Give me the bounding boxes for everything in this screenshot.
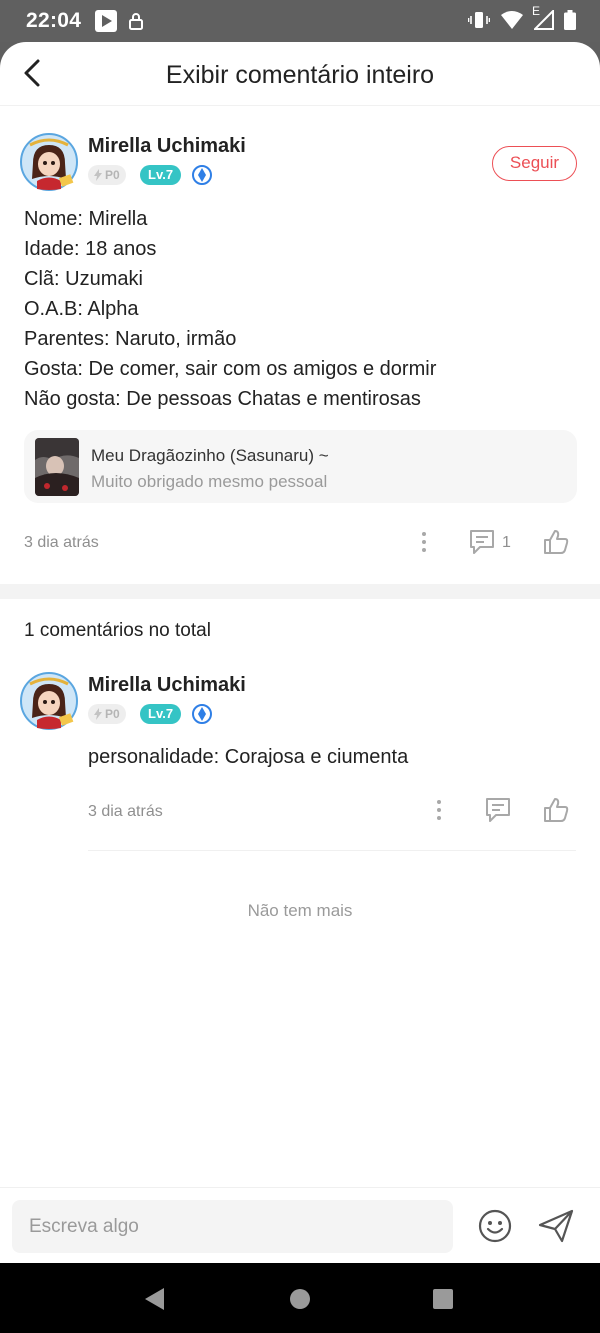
comment-author-name[interactable]: Mirella Uchimaki [88,674,246,697]
post-line: Idade: 18 anos [24,238,157,260]
comment-avatar[interactable] [20,672,78,730]
comment-more-options-icon[interactable] [429,798,449,822]
post-line: O.A.B: Alpha [24,298,139,320]
avatar[interactable] [20,133,78,191]
comments-total-label: 1 comentários no total [24,620,211,641]
post-line: Parentes: Naruto, irmão [24,328,237,350]
post-author-name[interactable]: Mirella Uchimaki [88,135,246,158]
gem-badge-icon [192,165,212,185]
comment-detail-sheet: Exibir comentário inteiro Mirella Uchima… [0,42,600,1263]
comment-gem-badge-icon [192,704,212,724]
linked-post-title: Meu Dragãozinho (Sasunaru) ~ [91,446,329,465]
nav-recents-icon[interactable] [432,1288,454,1310]
play-store-icon [95,10,117,37]
points-badge: P0 [88,165,126,185]
post-timestamp: 3 dia atrás [24,534,99,551]
status-time: 22:04 [26,9,82,32]
end-of-list-label: Não tem mais [247,901,353,920]
nav-back-icon[interactable] [142,1287,166,1311]
lightning-icon [94,169,102,181]
post-body: Nome: Mirella Idade: 18 anos Clã: Uzumak… [24,204,436,414]
comment-timestamp: 3 dia atrás [88,803,163,820]
linked-post-card[interactable]: Meu Dragãozinho (Sasunaru) ~ Muito obrig… [24,430,577,503]
system-navigation-bar [0,1263,600,1333]
reply-icon[interactable] [468,528,496,556]
follow-button[interactable]: Seguir [492,146,577,181]
comment-reply-icon[interactable] [484,796,512,824]
comment-level-badge: Lv.7 [140,704,182,724]
status-bar: 22:04 E [0,0,600,42]
send-icon[interactable] [537,1208,575,1244]
reply-count: 1 [502,534,511,551]
page-title: Exibir comentário inteiro [165,61,435,89]
emoji-icon[interactable] [477,1208,513,1244]
comment-text: personalidade: Corajosa e ciumenta [88,746,409,768]
linked-post-subtitle: Muito obrigado mesmo pessoal [91,472,328,491]
post-line: Clã: Uzumaki [24,268,143,290]
linked-post-thumbnail [35,438,79,496]
post-line: Nome: Mirella [24,208,148,230]
battery-icon [564,10,576,35]
comment-input[interactable] [12,1200,453,1253]
lock-icon [129,12,143,35]
comment-points-badge: P0 [88,704,126,724]
level-badge: Lv.7 [140,165,182,185]
nav-home-icon[interactable] [289,1288,311,1310]
network-type-label: E [532,4,541,18]
comment-divider [88,850,576,851]
comment-like-icon[interactable] [542,796,570,824]
comment-composer [0,1187,600,1263]
signal-icon: E [532,4,554,35]
post-line: Não gosta: De pessoas Chatas e mentirosa… [24,388,421,410]
vibrate-icon [467,10,491,35]
header: Exibir comentário inteiro [0,42,600,106]
like-icon[interactable] [542,528,570,556]
section-divider [0,584,600,599]
more-options-icon[interactable] [414,530,434,554]
lightning-icon [94,708,102,720]
wifi-icon [500,10,524,35]
post-line: Gosta: De comer, sair com os amigos e do… [24,358,437,380]
